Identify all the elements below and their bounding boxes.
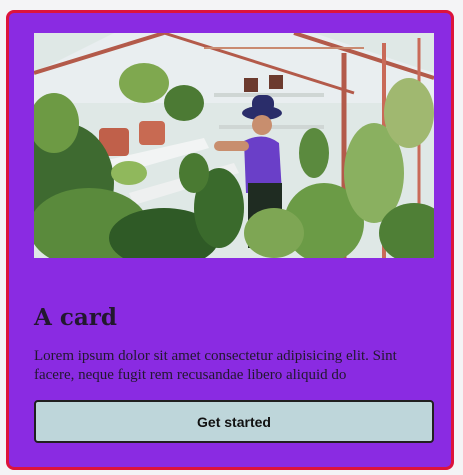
card-body-text: Lorem ipsum dolor sit amet consectetur a… [34,348,397,383]
card-image [34,33,434,258]
card: A card Lorem ipsum dolor sit amet consec… [6,10,454,470]
card-title: A card [34,304,117,331]
get-started-button[interactable]: Get started [34,400,434,443]
greenhouse-plants-image [34,33,434,258]
